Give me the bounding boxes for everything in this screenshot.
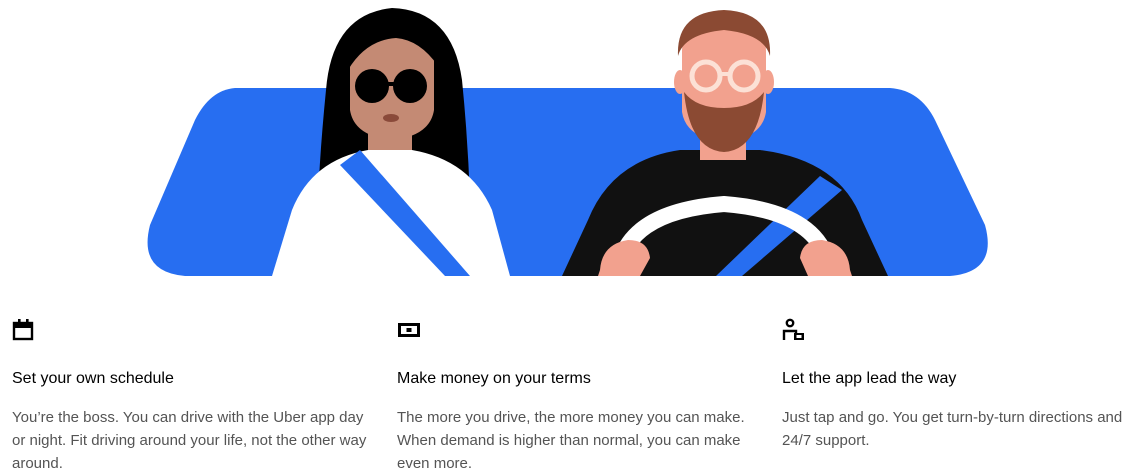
calendar-icon	[12, 319, 34, 341]
feature-description: The more you drive, the more money you c…	[397, 409, 745, 472]
person-pin-icon	[782, 318, 804, 340]
woman-sunglasses-left	[355, 69, 389, 103]
hero-illustration	[147, 8, 988, 277]
feature-money: Make money on your terms The more you dr…	[397, 318, 767, 472]
feature-title: Make money on your terms	[397, 370, 591, 387]
feature-schedule: Set your own schedule You’re the boss. Y…	[12, 318, 382, 472]
woman-sunglasses-right	[393, 69, 427, 103]
feature-title: Let the app lead the way	[782, 370, 957, 387]
feature-title: Set your own schedule	[12, 370, 174, 387]
feature-description: Just tap and go. You get turn-by-turn di…	[782, 409, 1123, 449]
woman-lips	[383, 114, 399, 122]
cash-icon	[398, 323, 420, 337]
feature-description: You’re the boss. You can drive with the …	[12, 409, 367, 472]
feature-app: Let the app lead the way Just tap and go…	[782, 318, 1125, 449]
